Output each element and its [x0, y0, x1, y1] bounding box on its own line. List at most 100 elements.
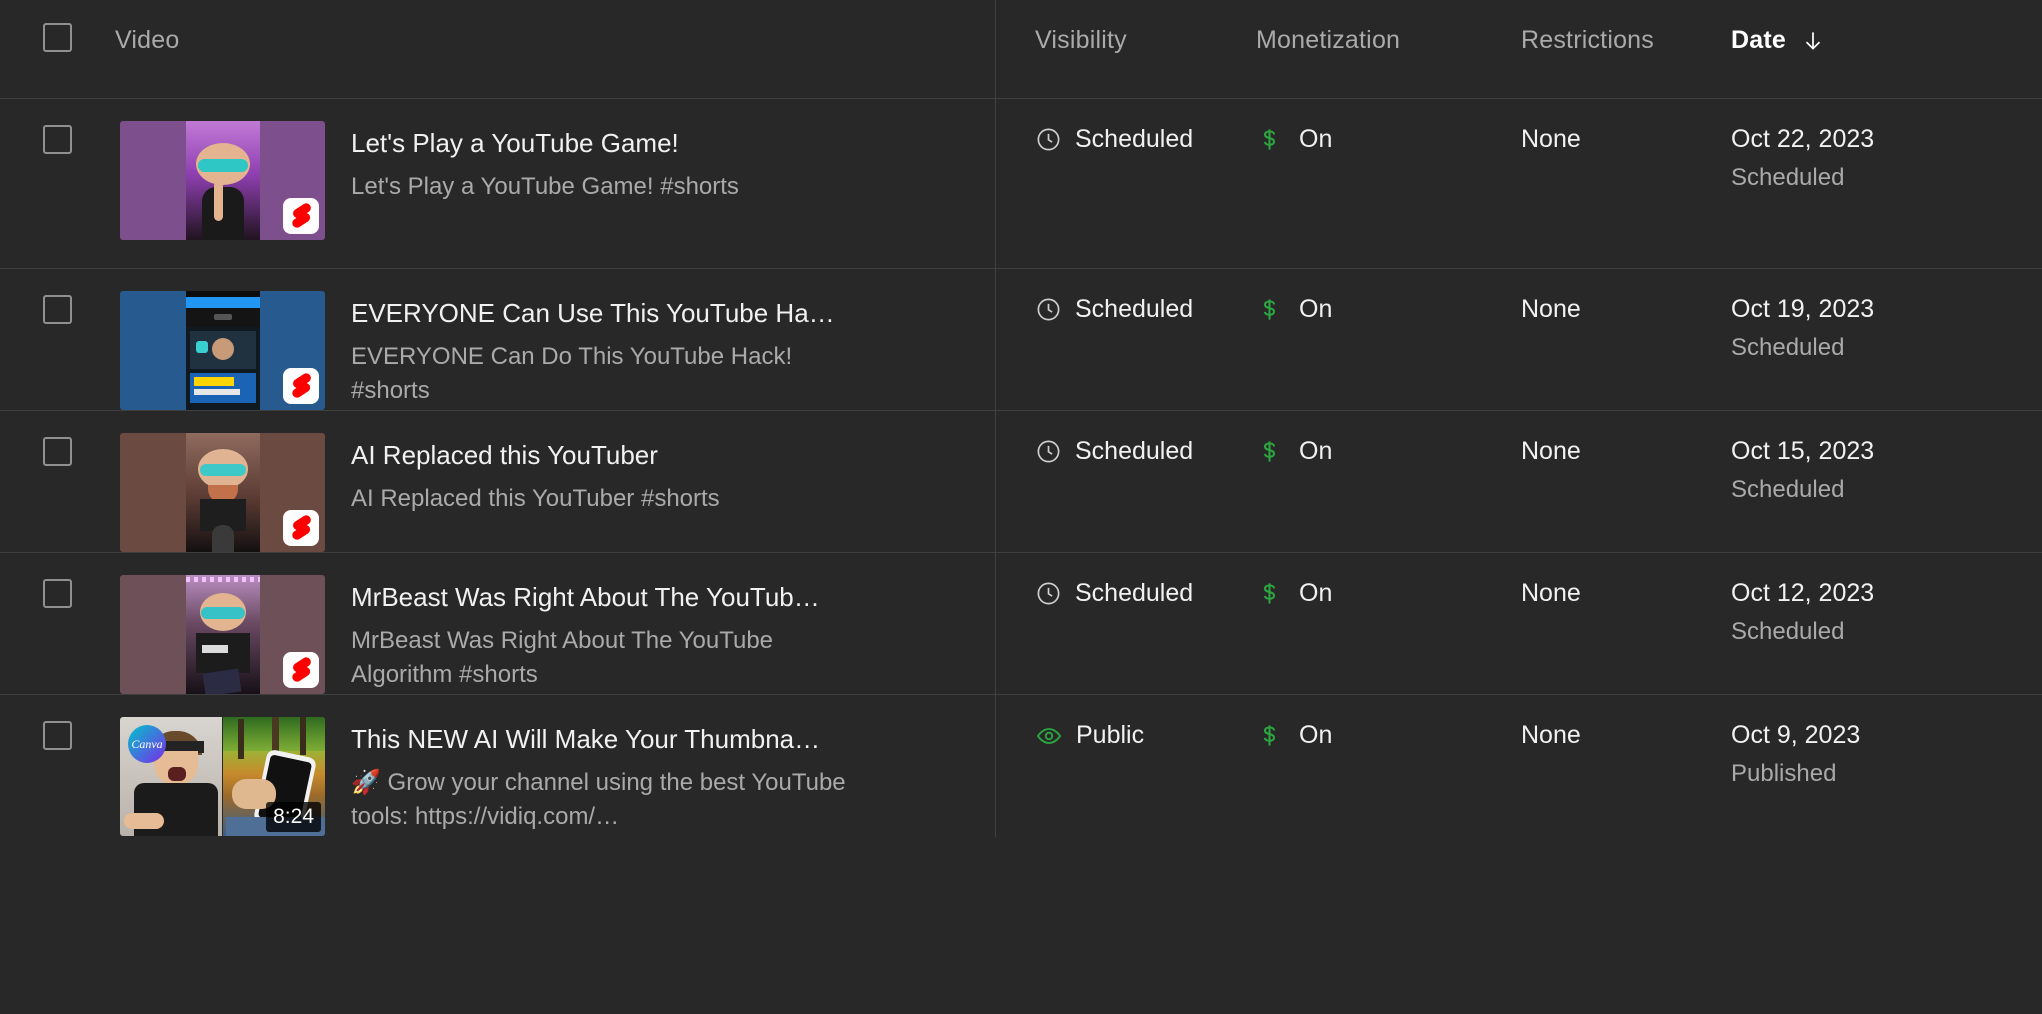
- row-select-checkbox[interactable]: [43, 125, 72, 154]
- visibility-cell[interactable]: Scheduled: [996, 553, 1256, 608]
- date-value: Oct 9, 2023: [1731, 721, 1861, 749]
- date-value: Oct 15, 2023: [1731, 437, 1875, 465]
- restrictions-value: None: [1521, 579, 1581, 607]
- date-status: Scheduled: [1731, 334, 1845, 361]
- video-cell[interactable]: Canva 8:24 This NEW AI Will Make Your Th…: [115, 695, 995, 836]
- thumbnail-wrapper[interactable]: [115, 99, 325, 240]
- video-meta: MrBeast Was Right About The YouTub… MrBe…: [325, 553, 870, 694]
- visibility-value: Scheduled: [1075, 437, 1194, 465]
- header-visibility-label: Visibility: [1035, 26, 1127, 54]
- video-thumbnail[interactable]: [120, 291, 325, 410]
- visibility-value: Scheduled: [1075, 295, 1194, 323]
- monetization-cell[interactable]: On: [1256, 695, 1521, 750]
- date-status: Scheduled: [1731, 164, 1845, 191]
- video-thumbnail[interactable]: [120, 121, 325, 240]
- dollar-sign-icon: [1256, 438, 1283, 465]
- arrow-down-icon[interactable]: [1800, 28, 1826, 54]
- visibility-cell[interactable]: Public: [996, 695, 1256, 750]
- select-all-checkbox[interactable]: [43, 23, 72, 52]
- header-video-label: Video: [115, 26, 180, 54]
- shorts-icon: [283, 368, 319, 404]
- table-row[interactable]: Let's Play a YouTube Game! Let's Play a …: [0, 99, 2042, 269]
- table-row[interactable]: EVERYONE Can Use This YouTube Ha… EVERYO…: [0, 269, 2042, 411]
- video-cell[interactable]: AI Replaced this YouTuber AI Replaced th…: [115, 411, 995, 552]
- video-title[interactable]: Let's Play a YouTube Game!: [351, 127, 851, 160]
- video-cell[interactable]: MrBeast Was Right About The YouTub… MrBe…: [115, 553, 995, 694]
- video-description: Let's Play a YouTube Game! #shorts: [351, 173, 739, 201]
- video-thumbnail[interactable]: [120, 433, 325, 552]
- restrictions-cell[interactable]: None: [1521, 411, 1731, 466]
- thumbnail-wrapper[interactable]: [115, 553, 325, 694]
- visibility-value: Scheduled: [1075, 579, 1194, 607]
- date-value: Oct 22, 2023: [1731, 125, 1875, 153]
- video-thumbnail[interactable]: [120, 575, 325, 694]
- video-thumbnail[interactable]: Canva 8:24: [120, 717, 325, 836]
- thumbnail-wrapper[interactable]: [115, 411, 325, 552]
- restrictions-value: None: [1521, 437, 1581, 465]
- thumbnail-wrapper[interactable]: [115, 269, 325, 410]
- row-select-checkbox[interactable]: [43, 579, 72, 608]
- header-restrictions-label: Restrictions: [1521, 26, 1654, 54]
- visibility-cell[interactable]: Scheduled: [996, 99, 1256, 154]
- video-list-table: Video Visibility Monetization Restrictio…: [0, 0, 2042, 837]
- video-title[interactable]: EVERYONE Can Use This YouTube Ha…: [351, 297, 851, 330]
- row-checkbox-cell[interactable]: [0, 695, 115, 750]
- header-monetization-label: Monetization: [1256, 26, 1401, 54]
- date-status: Scheduled: [1731, 476, 1845, 503]
- date-cell[interactable]: Oct 9, 2023 Published: [1731, 695, 2042, 788]
- video-description: MrBeast Was Right About The YouTube Algo…: [351, 627, 774, 688]
- date-status: Published: [1731, 760, 1837, 787]
- video-title[interactable]: MrBeast Was Right About The YouTub…: [351, 581, 851, 614]
- visibility-cell[interactable]: Scheduled: [996, 411, 1256, 466]
- table-header-row: Video Visibility Monetization Restrictio…: [0, 0, 2042, 99]
- video-cell[interactable]: EVERYONE Can Use This YouTube Ha… EVERYO…: [115, 269, 995, 410]
- video-title[interactable]: AI Replaced this YouTuber: [351, 439, 851, 472]
- date-cell[interactable]: Oct 15, 2023 Scheduled: [1731, 411, 2042, 504]
- header-date-label: Date: [1731, 26, 1786, 54]
- visibility-cell[interactable]: Scheduled: [996, 269, 1256, 324]
- table-row[interactable]: Canva 8:24 This NEW AI Will Make Your Th…: [0, 695, 2042, 837]
- header-restrictions-cell[interactable]: Restrictions: [1521, 0, 1731, 55]
- video-title[interactable]: This NEW AI Will Make Your Thumbna…: [351, 723, 851, 756]
- video-cell[interactable]: Let's Play a YouTube Game! Let's Play a …: [115, 99, 995, 240]
- row-checkbox-cell[interactable]: [0, 411, 115, 466]
- monetization-cell[interactable]: On: [1256, 411, 1521, 466]
- row-select-checkbox[interactable]: [43, 295, 72, 324]
- thumbnail-video-strip: [185, 433, 260, 552]
- shorts-icon: [283, 510, 319, 546]
- video-description: AI Replaced this YouTuber #shorts: [351, 485, 720, 513]
- restrictions-cell[interactable]: None: [1521, 553, 1731, 608]
- date-cell[interactable]: Oct 12, 2023 Scheduled: [1731, 553, 2042, 646]
- thumbnail-wrapper[interactable]: Canva 8:24: [115, 695, 325, 836]
- header-monetization-cell[interactable]: Monetization: [1256, 0, 1521, 55]
- monetization-cell[interactable]: On: [1256, 553, 1521, 608]
- restrictions-cell[interactable]: None: [1521, 269, 1731, 324]
- header-date-cell[interactable]: Date: [1731, 0, 2042, 55]
- row-select-checkbox[interactable]: [43, 437, 72, 466]
- select-all-checkbox-cell[interactable]: [0, 0, 115, 52]
- thumbnail-video-strip: [185, 575, 260, 694]
- restrictions-value: None: [1521, 295, 1581, 323]
- monetization-cell[interactable]: On: [1256, 269, 1521, 324]
- monetization-cell[interactable]: On: [1256, 99, 1521, 154]
- restrictions-cell[interactable]: None: [1521, 695, 1731, 750]
- row-checkbox-cell[interactable]: [0, 553, 115, 608]
- table-row[interactable]: MrBeast Was Right About The YouTub… MrBe…: [0, 553, 2042, 695]
- row-checkbox-cell[interactable]: [0, 99, 115, 154]
- video-description: EVERYONE Can Do This YouTube Hack! #shor…: [351, 343, 793, 404]
- row-select-checkbox[interactable]: [43, 721, 72, 750]
- date-cell[interactable]: Oct 22, 2023 Scheduled: [1731, 99, 2042, 192]
- row-checkbox-cell[interactable]: [0, 269, 115, 324]
- canva-logo-text: Canva: [131, 737, 163, 751]
- thumbnail-video-strip: [185, 291, 260, 410]
- dollar-sign-icon: [1256, 296, 1283, 323]
- date-cell[interactable]: Oct 19, 2023 Scheduled: [1731, 269, 2042, 362]
- dollar-sign-icon: [1256, 722, 1283, 749]
- shorts-icon: [283, 198, 319, 234]
- restrictions-cell[interactable]: None: [1521, 99, 1731, 154]
- dollar-sign-icon: [1256, 126, 1283, 153]
- clock-icon: [1035, 296, 1062, 323]
- header-date-sort[interactable]: Date: [1731, 0, 2042, 55]
- table-row[interactable]: AI Replaced this YouTuber AI Replaced th…: [0, 411, 2042, 553]
- header-visibility-cell[interactable]: Visibility: [996, 0, 1256, 55]
